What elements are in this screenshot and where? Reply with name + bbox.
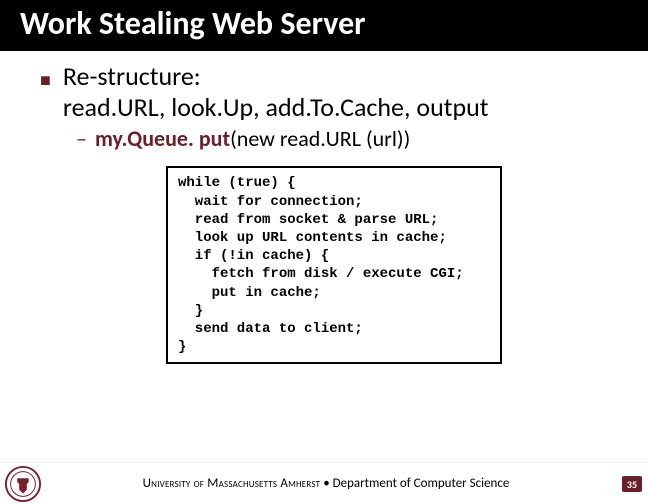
footer-sep: • [323,476,329,491]
code-block: while (true) { wait for connection; read… [166,166,502,364]
subbullet-rest: (new read.URL (url)) [230,125,410,152]
subbullet-bold: my.Queue. put [95,125,230,152]
bullet-line1: Re-structure: [63,60,201,92]
bullet-restructure: ■ Re-structure: read.URL, look.Up, add.T… [40,61,618,123]
page-number: 35 [622,476,642,492]
footer-university: University of Massachusetts Amherst [143,476,321,491]
slide: Work Stealing Web Server ■ Re-structure:… [0,0,648,504]
bullet-text: Re-structure: read.URL, look.Up, add.To.… [63,61,489,123]
bullet-line2: read.URL, look.Up, add.To.Cache, output [63,91,489,123]
subbullet-text: my.Queue. put(new read.URL (url)) [95,125,410,152]
footer: University of Massachusetts Amherst • De… [0,462,648,504]
square-bullet-icon: ■ [40,69,51,91]
footer-text: University of Massachusetts Amherst • De… [4,476,648,491]
slide-content: ■ Re-structure: read.URL, look.Up, add.T… [0,51,648,364]
subbullet-myqueue: – my.Queue. put(new read.URL (url)) [76,125,618,152]
footer-dept: Department of Computer Science [333,476,510,491]
slide-title: Work Stealing Web Server [0,0,648,51]
dash-icon: – [76,125,87,152]
